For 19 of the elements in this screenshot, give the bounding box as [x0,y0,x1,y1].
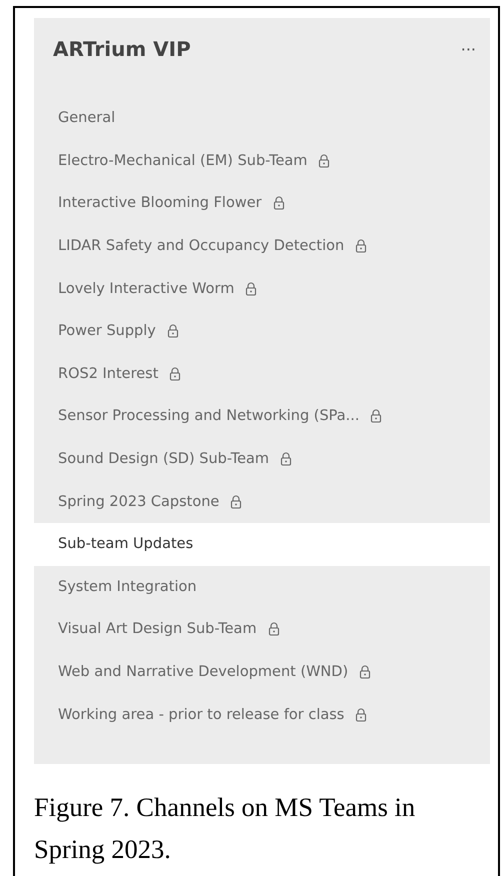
selected-channel-row[interactable]: Sub-team Updates [34,522,490,566]
channel-name[interactable]: Sub-team Updates [58,536,194,552]
channel-name[interactable]: Electro-Mechanical (EM) Sub-Team [58,152,308,169]
channel-name[interactable]: Working area - prior to release for class [58,706,344,723]
channel-name[interactable]: Sound Design (SD) Sub-Team [58,451,270,468]
channel-name[interactable]: Interactive Blooming Flower [58,195,262,212]
channel-name[interactable]: Spring 2023 Capstone [58,494,220,510]
channel-name[interactable]: Web and Narrative Development (WND) [58,664,348,680]
channel-name[interactable]: Sensor Processing and Networking (SPa... [58,408,360,424]
channel-name[interactable]: Lovely Interactive Worm [58,280,234,297]
channel-name[interactable]: Power Supply [58,323,156,340]
more-button[interactable]: ··· [458,40,478,58]
channel-name[interactable]: Visual Art Design Sub-Team [58,621,257,638]
channel-name[interactable]: ROS2 Interest [58,366,158,382]
channel-name[interactable]: LIDAR Safety and Occupancy Detection [58,238,344,254]
channel-name[interactable]: System Integration [58,578,197,595]
team-title: ARTrium VIP [53,37,191,61]
channel-name[interactable]: General [58,110,116,126]
figure-caption: Figure 7. Channels on MS Teams in Spring 2023. [34,790,416,866]
